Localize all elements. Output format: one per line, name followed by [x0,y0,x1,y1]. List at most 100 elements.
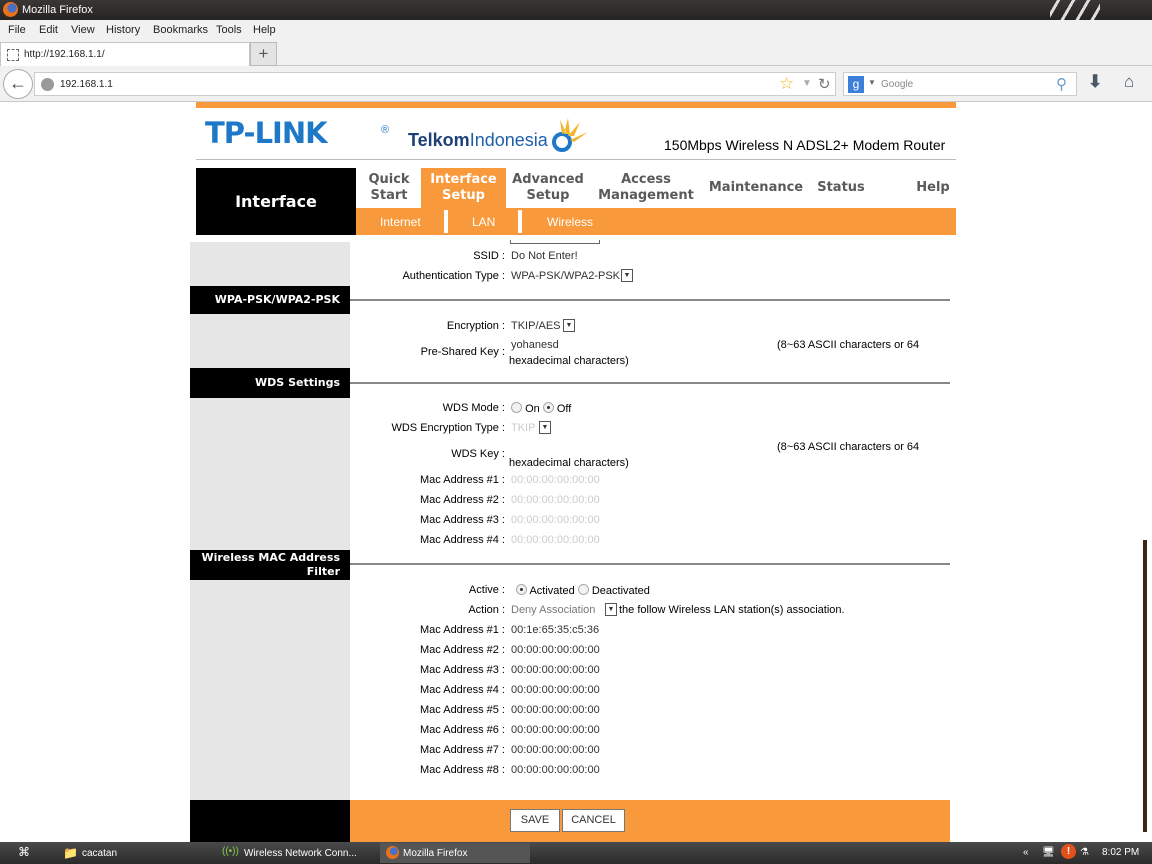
auth-type-dropdown-icon[interactable]: ▼ [621,269,633,282]
psk-input[interactable]: yohanesd [511,339,559,351]
wds-mac-input[interactable]: 00:00:00:00:00:00 [511,474,600,486]
engine-dropdown-icon[interactable]: ▼ [868,78,876,87]
wds-key-label: WDS Key : [451,448,505,460]
filter-mac-label: Mac Address #1 : [420,624,505,636]
activated-radio[interactable] [516,584,527,595]
deactivated-radio[interactable] [577,584,589,595]
wds-on-radio[interactable] [511,402,522,413]
psk-hint-cont: hexadecimal characters) [509,355,629,367]
filter-mac-label: Mac Address #3 : [420,664,505,676]
model-name: 150Mbps Wireless N ADSL2+ Modem Router [664,137,946,153]
nav-advanced-setup[interactable]: Advanced Setup [506,168,590,208]
downloads-icon[interactable]: ⬇ [1088,72,1102,92]
section-divider [350,382,950,384]
subnav-internet[interactable]: Internet [380,215,421,229]
globe-icon [41,78,54,91]
wds-mac-input[interactable]: 00:00:00:00:00:00 [511,534,600,546]
wds-off-radio[interactable] [542,402,554,413]
sub-nav: Internet LAN Wireless [356,208,956,235]
filter-mac-label: Mac Address #8 : [420,764,505,776]
reload-icon[interactable]: ↻ [818,75,831,93]
url-bar[interactable]: 192.168.1.1 ☆ ▼ ↻ [34,72,836,96]
nav-help[interactable]: Help [902,168,964,208]
auth-type-label: Authentication Type : [402,270,505,282]
psk-label: Pre-Shared Key : [420,346,505,358]
wds-mac-label: Mac Address #3 : [420,514,505,526]
filter-mac-input[interactable]: 00:00:00:00:00:00 [511,644,600,656]
menu-edit[interactable]: Edit [39,24,58,36]
encryption-dropdown-icon[interactable]: ▼ [563,319,575,332]
auth-type-select[interactable]: WPA-PSK/WPA2-PSK [511,270,620,282]
action-select[interactable]: Deny Association [511,604,595,616]
url-text[interactable]: 192.168.1.1 [60,79,113,90]
wds-mac-input[interactable]: 00:00:00:00:00:00 [511,494,600,506]
deactivated-label: Deactivated [591,585,650,597]
filter-mac-input[interactable]: 00:1e:65:35:c5:36 [511,624,599,636]
menu-bookmarks[interactable]: Bookmarks [153,24,208,36]
taskbar-item-label: Mozilla Firefox [403,848,468,859]
filter-mac-input[interactable]: 00:00:00:00:00:00 [511,724,600,736]
tray-expand-icon[interactable]: « [1023,847,1029,858]
start-menu-icon[interactable]: ⌘ [18,845,30,859]
nav-interface-setup[interactable]: Interface Setup [421,168,506,208]
wds-mac-input[interactable]: 00:00:00:00:00:00 [511,514,600,526]
menu-history[interactable]: History [106,24,140,36]
encryption-select[interactable]: TKIP/AES [511,320,561,332]
home-icon[interactable]: ⌂ [1124,72,1134,92]
telkom-logo-a: Telkom [408,130,470,150]
filter-mac-input[interactable]: 00:00:00:00:00:00 [511,744,600,756]
taskbar-item-firefox[interactable]: Mozilla Firefox [380,843,530,863]
section-divider [350,563,950,565]
power-tray-icon[interactable]: ⚗ [1080,847,1089,858]
window-title: Mozilla Firefox [22,4,93,16]
nav-quick-start[interactable]: Quick Start [356,168,422,208]
ssid-value: Do Not Enter! [511,250,578,262]
google-engine-icon[interactable]: g [848,76,864,93]
encryption-label: Encryption : [446,320,505,332]
wds-mode-radios: On Off [511,402,571,415]
nav-maintenance[interactable]: Maintenance [702,168,810,208]
nav-status[interactable]: Status [810,168,872,208]
wds-enc-select[interactable]: TKIP [511,422,535,434]
filter-mac-input[interactable]: 00:00:00:00:00:00 [511,764,600,776]
section-mac-filter-line1: Wireless MAC Address [201,551,340,564]
filter-mac-input[interactable]: 00:00:00:00:00:00 [511,704,600,716]
cancel-button[interactable]: CANCEL [562,809,625,832]
menu-file[interactable]: File [8,24,26,36]
folder-icon: 📁 [63,846,78,860]
window-decoration [1050,0,1100,20]
search-icon[interactable]: ⚲ [1056,75,1067,93]
wds-enc-dropdown-icon[interactable]: ▼ [539,421,551,434]
router-page: TP-LINK ® TelkomIndonesia 150Mbps Wirele… [0,102,1152,842]
page-scrollbar[interactable] [1143,540,1147,832]
filter-mac-input[interactable]: 00:00:00:00:00:00 [511,664,600,676]
subnav-lan[interactable]: LAN [472,215,495,229]
telkom-logo-b: Indonesia [469,130,548,150]
menu-tools[interactable]: Tools [216,24,242,36]
bookmark-star-icon[interactable]: ☆ [779,74,794,94]
history-dropdown-icon[interactable]: ▼ [802,78,812,89]
clock: 8:02 PM [1102,847,1140,858]
taskbar-item-wireless[interactable]: ((•)) Wireless Network Conn... [218,843,378,863]
tab-strip: http://192.168.1.1/ + [0,40,1152,67]
action-dropdown-icon[interactable]: ▼ [605,603,617,616]
new-tab-button[interactable]: + [250,42,277,66]
menu-help[interactable]: Help [253,24,276,36]
back-button[interactable]: ← [3,69,33,99]
network-tray-icon[interactable]: 🖥 [1042,847,1055,858]
subnav-wireless[interactable]: Wireless [547,215,593,229]
browser-tab[interactable]: http://192.168.1.1/ [0,42,250,67]
section-wpa-psk: WPA-PSK/WPA2-PSK [190,286,350,314]
nav-access-management[interactable]: Access Management [590,168,702,208]
search-input[interactable]: Google [881,79,913,90]
taskbar-item-folder[interactable]: 📁 cacatan [58,843,208,863]
save-button[interactable]: SAVE [510,809,560,832]
menu-view[interactable]: View [71,24,95,36]
wds-mac-label: Mac Address #2 : [420,494,505,506]
search-bar[interactable]: g ▼ Google ⚲ [843,72,1077,96]
telkom-logo: TelkomIndonesia [408,130,548,151]
alert-tray-icon[interactable]: ! [1061,844,1076,859]
wds-enc-label: WDS Encryption Type : [391,422,505,434]
filter-mac-input[interactable]: 00:00:00:00:00:00 [511,684,600,696]
active-label: Active : [468,584,505,596]
